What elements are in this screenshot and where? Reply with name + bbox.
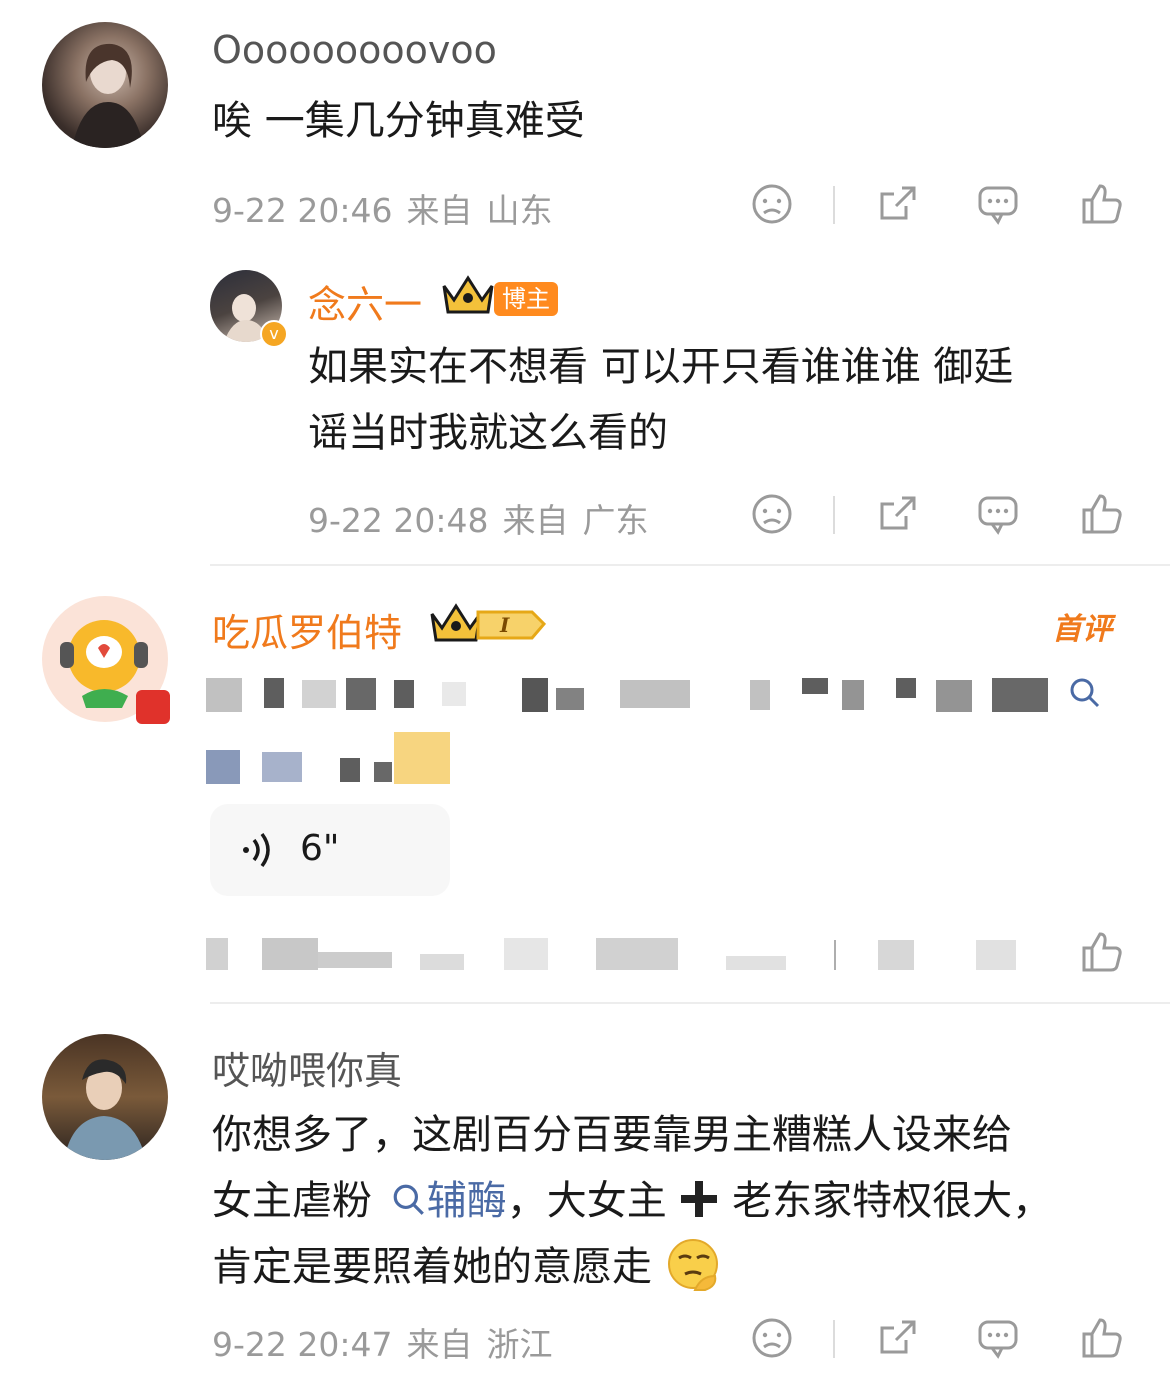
crown-icon	[442, 275, 494, 314]
thumbs-up-icon[interactable]	[1080, 182, 1124, 226]
comment-text: 唉 一集几分钟真难受	[212, 98, 585, 144]
username[interactable]: 念六一	[308, 274, 422, 329]
avatar-portrait	[72, 43, 144, 148]
location: 山东	[486, 191, 553, 230]
comment-text-part: 女主虐粉	[212, 1178, 372, 1224]
avatar-portrait	[64, 1059, 146, 1160]
timestamp: 9-22 20:46	[212, 191, 393, 230]
username[interactable]: Ooooooooovoo	[212, 28, 497, 72]
divider	[833, 496, 835, 534]
pixelated-text	[206, 678, 1048, 784]
comment-text-part: 老东家特权很大，	[732, 1178, 1053, 1224]
first-comment-label: 首评	[1052, 612, 1112, 647]
from-label: 来自	[502, 501, 569, 540]
search-icon[interactable]	[1068, 676, 1102, 710]
thinking-emoji-icon	[667, 1239, 718, 1291]
comment-text-part: 肯定是要照着她的意愿走	[212, 1244, 652, 1290]
username[interactable]: 哎呦喂你真	[212, 1040, 402, 1095]
divider	[833, 1320, 835, 1358]
comment-text-part: ，大女主	[506, 1178, 667, 1224]
search-icon	[393, 1184, 424, 1215]
plus-icon	[681, 1181, 718, 1217]
reply-text-line2: 谣当时我就这么看的	[308, 410, 668, 456]
verified-badge: v	[260, 320, 288, 348]
from-label: 来自	[406, 1325, 473, 1364]
voice-duration: 6"	[300, 828, 340, 869]
divider	[833, 186, 835, 224]
sad-face-icon[interactable]	[750, 492, 794, 536]
sad-face-icon[interactable]	[750, 1316, 794, 1360]
thumbs-up-icon[interactable]	[1080, 930, 1124, 974]
timestamp: 9-22 20:47	[212, 1325, 393, 1364]
sad-face-icon[interactable]	[750, 182, 794, 226]
comment-text-line2: 女主虐粉 辅酶，大女主 老东家特权很大，	[212, 1168, 1052, 1234]
username[interactable]: 吃瓜罗伯特	[212, 602, 402, 657]
avatar[interactable]	[42, 22, 168, 148]
topic-link[interactable]: 辅酶	[427, 1178, 507, 1224]
reply-text-line1: 如果实在不想看 可以开只看谁谁谁 御廷	[308, 344, 1014, 390]
share-icon[interactable]	[876, 1316, 920, 1360]
crown-icon: I	[430, 603, 547, 642]
avatar[interactable]	[42, 1034, 168, 1160]
share-icon[interactable]	[876, 182, 920, 226]
voice-message[interactable]: 6"	[210, 804, 450, 896]
thumbs-up-icon[interactable]	[1080, 492, 1124, 536]
separator	[210, 564, 1170, 566]
location: 广东	[582, 501, 649, 540]
from-label: 来自	[406, 191, 473, 230]
voice-wave-icon	[243, 832, 270, 868]
comment-bubble-icon[interactable]	[976, 182, 1020, 226]
comment-bubble-icon[interactable]	[976, 492, 1020, 536]
timestamp: 9-22 20:48	[308, 501, 489, 540]
vip-badge	[136, 690, 170, 724]
comment-meta: 9-22 20:47 来自 浙江	[212, 1318, 567, 1366]
svg-text:I: I	[499, 613, 510, 637]
separator	[210, 1002, 1170, 1004]
comment-meta: 9-22 20:46 来自 山东	[212, 184, 567, 232]
share-icon[interactable]	[876, 492, 920, 536]
pixelated-meta	[206, 938, 1016, 970]
thumbs-up-icon[interactable]	[1080, 1316, 1124, 1360]
comment-text-line3: 肯定是要照着她的意愿走	[212, 1234, 721, 1300]
location: 浙江	[486, 1325, 553, 1364]
host-badge: 博主	[494, 282, 558, 316]
comment-bubble-icon[interactable]	[976, 1316, 1020, 1360]
comment-text-line1: 你想多了，这剧百分百要靠男主糟糕人设来给	[212, 1112, 1012, 1158]
reply-meta: 9-22 20:48 来自 广东	[308, 494, 663, 542]
